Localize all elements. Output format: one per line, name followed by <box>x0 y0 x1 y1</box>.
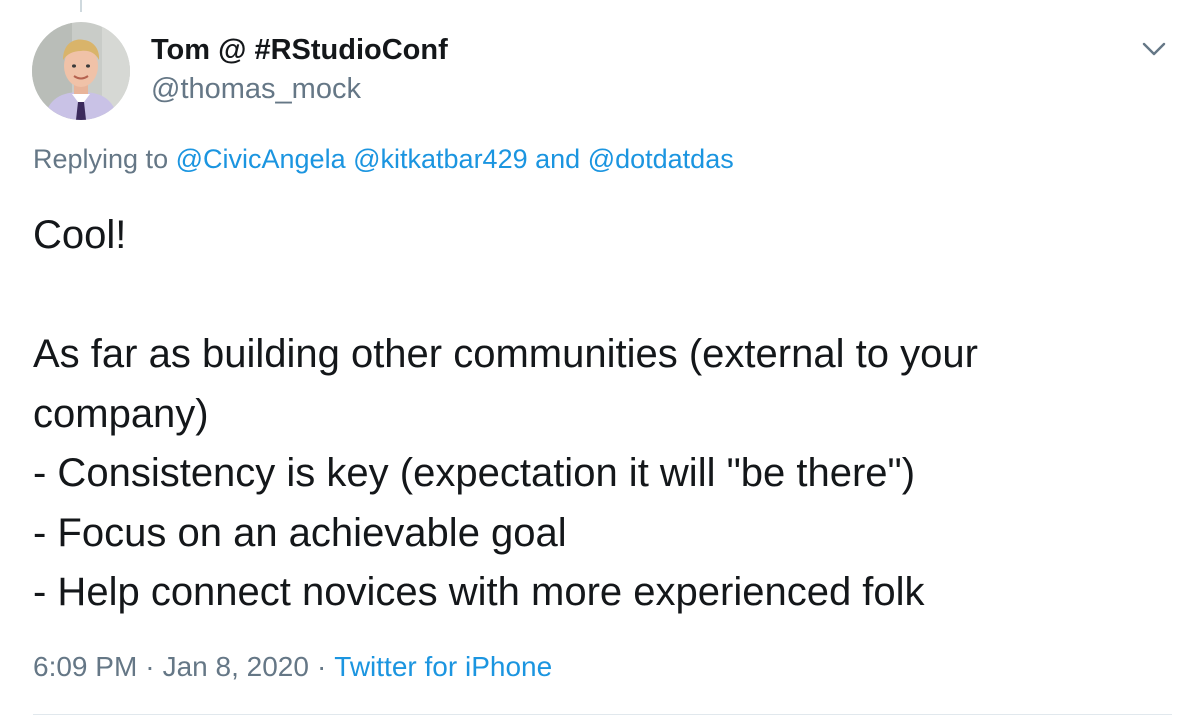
tweet-line: Cool! <box>33 213 127 257</box>
tweet-line: As far as building other communities (ex… <box>33 332 978 376</box>
tweet-line: - Help connect novices with more experie… <box>33 570 925 614</box>
mention-link-kitkatbar429[interactable]: @kitkatbar429 <box>353 144 528 174</box>
chevron-down-icon <box>1142 42 1166 56</box>
meta-separator: · <box>145 651 155 682</box>
tweet-text: Cool! As far as building other communiti… <box>33 206 1173 623</box>
thread-connector-line <box>80 0 82 12</box>
tweet-time[interactable]: 6:09 PM <box>33 651 137 682</box>
author-display-name[interactable]: Tom @ #RStudioConf <box>151 34 448 67</box>
more-options-button[interactable] <box>1136 34 1172 64</box>
tweet-line: - Focus on an achievable goal <box>33 510 567 555</box>
avatar[interactable] <box>32 22 130 120</box>
tweet-date[interactable]: Jan 8, 2020 <box>163 651 309 682</box>
bottom-divider <box>33 714 1172 715</box>
avatar-image <box>32 22 130 120</box>
replying-to-line: Replying to @CivicAngela @kitkatbar429 a… <box>33 144 734 175</box>
tweet-metadata: 6:09 PM · Jan 8, 2020 · Twitter for iPhone <box>33 651 552 683</box>
tweet-source-link[interactable]: Twitter for iPhone <box>334 651 552 682</box>
tweet-line: - Consistency is key (expectation it wil… <box>33 451 916 495</box>
replying-to-label: Replying to <box>33 144 169 174</box>
tweet-line: company) <box>33 391 209 436</box>
mention-link-dotdatdas[interactable]: @dotdatdas <box>588 144 734 174</box>
author-handle[interactable]: @thomas_mock <box>151 73 361 106</box>
replying-to-joiner: and <box>535 144 581 174</box>
mention-link-civicangela[interactable]: @CivicAngela <box>176 144 346 174</box>
meta-separator: · <box>316 651 327 682</box>
